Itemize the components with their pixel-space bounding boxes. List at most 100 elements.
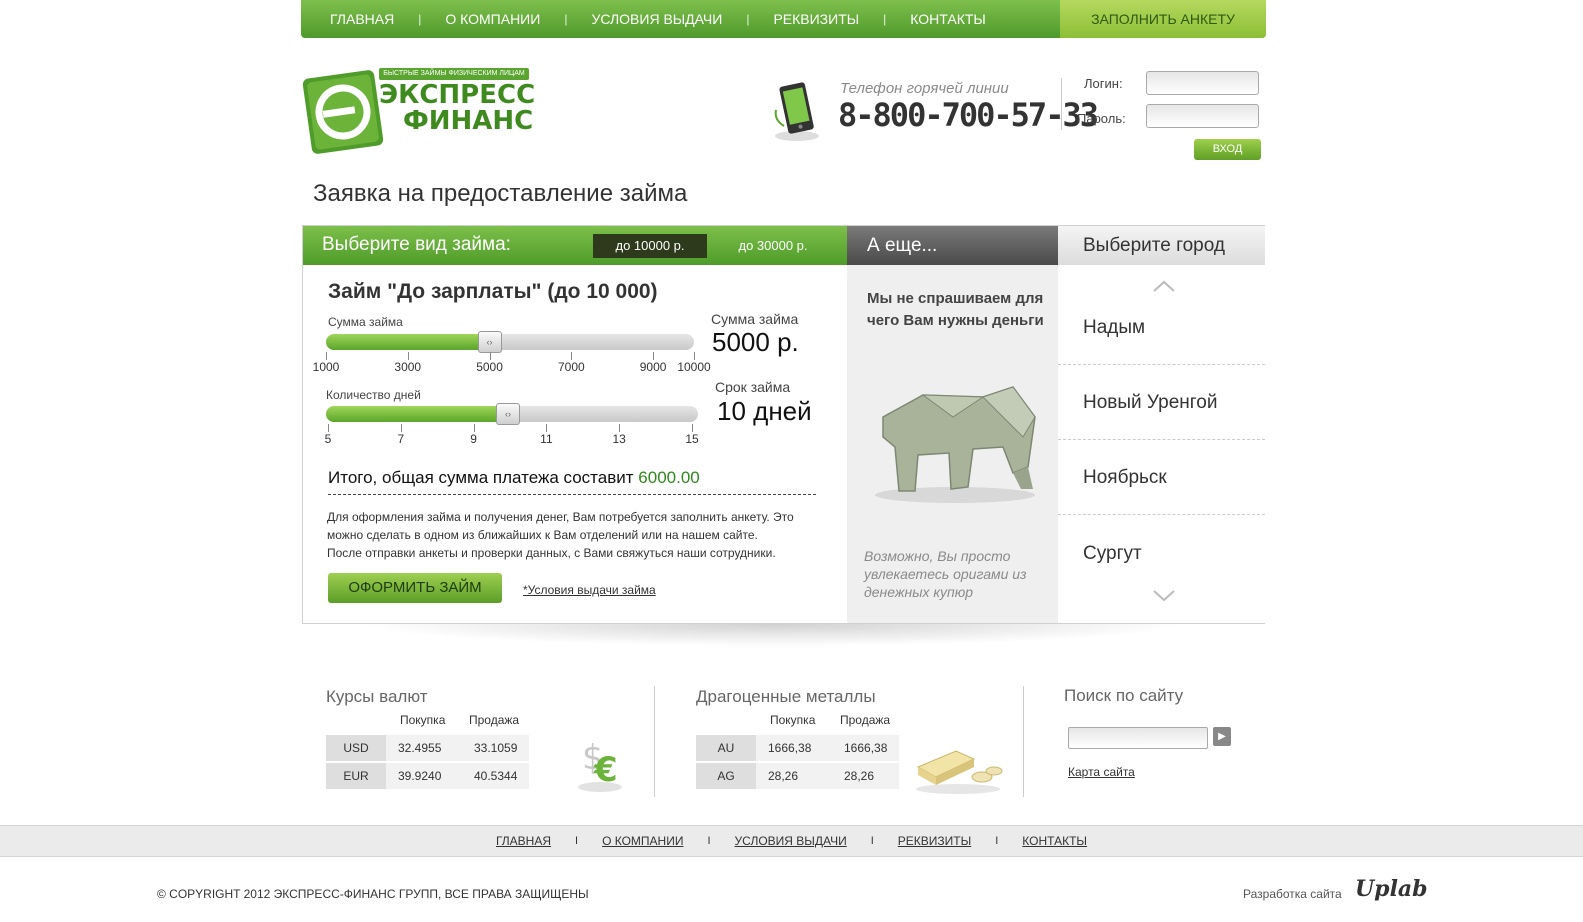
loan-terms-link[interactable]: *Условия выдачи займа (523, 583, 656, 597)
days-value: 10 дней (717, 396, 812, 426)
tab-loan-30000[interactable]: до 30000 р. (723, 234, 823, 258)
footer-nav-separator: I (995, 835, 999, 847)
nav-separator: | (883, 12, 887, 26)
days-caption: Срок займа (715, 379, 791, 395)
rate-buy: 39.9240 (398, 769, 442, 783)
hotline-number: 8-800-700-57-33 (838, 96, 1099, 134)
amount-tick-label: 10000 (677, 360, 711, 374)
total-payment-label: Итого, общая сумма платежа составит (328, 468, 634, 487)
login-label: Логин: (1084, 76, 1123, 91)
rates-buy-header: Покупка (400, 713, 446, 727)
sitemap-link[interactable]: Карта сайта (1068, 765, 1135, 779)
rate-code: USD (326, 735, 386, 761)
metals-sell-header: Продажа (840, 713, 891, 727)
metal-buy: 28,26 (768, 769, 799, 783)
amount-tick-label: 7000 (557, 360, 585, 374)
amount-tick-label: 3000 (394, 360, 422, 374)
nav-item-requisites[interactable]: РЕКВИЗИТЫ (773, 11, 859, 27)
days-slider-label: Количество дней (326, 388, 421, 402)
origami-elephant-icon (875, 386, 1036, 503)
footer-nav-terms[interactable]: УСЛОВИЯ ВЫДАЧИ (735, 834, 847, 848)
days-tick (473, 424, 475, 432)
footer-nav-about[interactable]: О КОМПАНИИ (602, 834, 683, 848)
amount-tick-label: 9000 (639, 360, 667, 374)
days-tick-label: 7 (397, 432, 405, 446)
nav-item-contacts[interactable]: КОНТАКТЫ (910, 11, 986, 27)
days-tick-label: 13 (612, 432, 626, 446)
nav-separator: | (564, 12, 568, 26)
metal-sell: 1666,38 (844, 741, 888, 755)
days-tick-label: 5 (324, 432, 332, 446)
loan-type-header-title: Выберите вид займа: (322, 234, 511, 255)
promo-note: Возможно, Вы просто увлекаетесь оригами … (864, 548, 1027, 600)
developer-label: Разработка сайта (1243, 887, 1342, 901)
amount-caption: Сумма займа (711, 311, 799, 327)
city-divider (1058, 364, 1265, 365)
nav-item-about[interactable]: О КОМПАНИИ (445, 11, 540, 27)
footer-nav-home[interactable]: ГЛАВНАЯ (496, 834, 551, 848)
bottom-divider (654, 686, 655, 797)
search-submit-icon[interactable]: ▶ (1213, 727, 1231, 746)
chevron-down-icon[interactable] (1152, 589, 1176, 603)
city-item-surgut[interactable]: Сургут (1083, 543, 1142, 565)
amount-slider-handle[interactable]: ‹› (477, 331, 502, 353)
login-field[interactable] (1146, 71, 1259, 95)
site-logo[interactable]: БЫСТРЫЕ ЗАЙМЫ ФИЗИЧЕСКИМ ЛИЦАМ ЭКСПРЕСС … (301, 66, 551, 158)
amount-tick (571, 352, 573, 360)
logo-emblem-icon (302, 70, 384, 154)
loan-description-line: можно сделать в одном из ближайших к Вам… (327, 528, 758, 542)
footer-navigation: ГЛАВНАЯ I О КОМПАНИИ I УСЛОВИЯ ВЫДАЧИ I … (0, 825, 1583, 857)
loan-description-line: Для оформления займа и получения денег, … (327, 510, 794, 524)
footer-nav-separator: I (575, 835, 579, 847)
loan-type-header: Выберите вид займа: до 10000 р. до 30000… (303, 226, 847, 265)
metal-code: AU (696, 735, 756, 761)
days-slider[interactable]: ‹› (326, 403, 698, 425)
logo-tagline: БЫСТРЫЕ ЗАЙМЫ ФИЗИЧЕСКИМ ЛИЦАМ (379, 68, 529, 80)
logo-text-line2: ФИНАНС (403, 106, 534, 136)
amount-tick-label: 5000 (476, 360, 503, 374)
bottom-divider (1023, 686, 1024, 797)
chevron-up-icon[interactable] (1152, 279, 1176, 293)
developer-logo[interactable]: Uplab (1355, 876, 1428, 902)
search-input[interactable] (1068, 727, 1208, 749)
footer-nav-separator: I (707, 835, 711, 847)
amount-tick (694, 352, 695, 360)
days-tick-label: 11 (540, 432, 553, 446)
login-button[interactable]: ВХОД (1194, 139, 1261, 160)
page-title: Заявка на предоставление займа (313, 180, 688, 207)
apply-loan-button[interactable]: ОФОРМИТЬ ЗАЙМ (328, 573, 502, 603)
password-label: Пароль: (1077, 111, 1126, 126)
amount-slider[interactable]: ‹› (326, 331, 694, 353)
footer-nav-requisites[interactable]: РЕКВИЗИТЫ (898, 834, 971, 848)
rate-sell: 33.1059 (474, 741, 518, 755)
metal-code: AG (696, 763, 756, 789)
metals-buy-header: Покупка (770, 713, 816, 727)
rate-sell: 40.5344 (474, 769, 518, 783)
city-item-noyabrsk[interactable]: Ноябрьск (1083, 467, 1167, 489)
amount-tick-label: 1000 (312, 360, 340, 374)
loan-description: Для оформления займа и получения денег, … (327, 508, 817, 562)
fill-application-button[interactable]: ЗАПОЛНИТЬ АНКЕТУ (1060, 0, 1266, 38)
days-slider-handle[interactable]: ‹› (496, 403, 520, 425)
password-field[interactable] (1146, 104, 1259, 128)
amount-tick (326, 352, 327, 360)
nav-separator: | (746, 12, 750, 26)
city-item-novy-urengoy[interactable]: Новый Уренгой (1083, 392, 1217, 414)
promo-block: Мы не спрашиваем для чего Вам нужны день… (847, 265, 1058, 623)
footer-nav-contacts[interactable]: КОНТАКТЫ (1022, 834, 1087, 848)
city-item-nadym[interactable]: Надым (1083, 317, 1145, 339)
metals-title: Драгоценные металлы (696, 687, 876, 706)
loan-panel: Выберите вид займа: до 10000 р. до 30000… (302, 225, 1265, 624)
tab-loan-10000[interactable]: до 10000 р. (593, 234, 707, 258)
amount-tick (653, 352, 655, 360)
rate-buy: 32.4955 (398, 741, 442, 755)
nav-item-terms[interactable]: УСЛОВИЯ ВЫДАЧИ (591, 11, 722, 27)
rates-sell-header: Продажа (469, 713, 520, 727)
nav-item-home[interactable]: ГЛАВНАЯ (330, 11, 394, 27)
currency-symbols-icon: $ € (578, 738, 622, 792)
search-title: Поиск по сайту (1064, 686, 1184, 705)
phone-icon (774, 82, 819, 141)
more-header-title: А еще... (867, 235, 938, 256)
days-slider-fill (326, 406, 508, 422)
rates-title: Курсы валют (326, 687, 428, 706)
